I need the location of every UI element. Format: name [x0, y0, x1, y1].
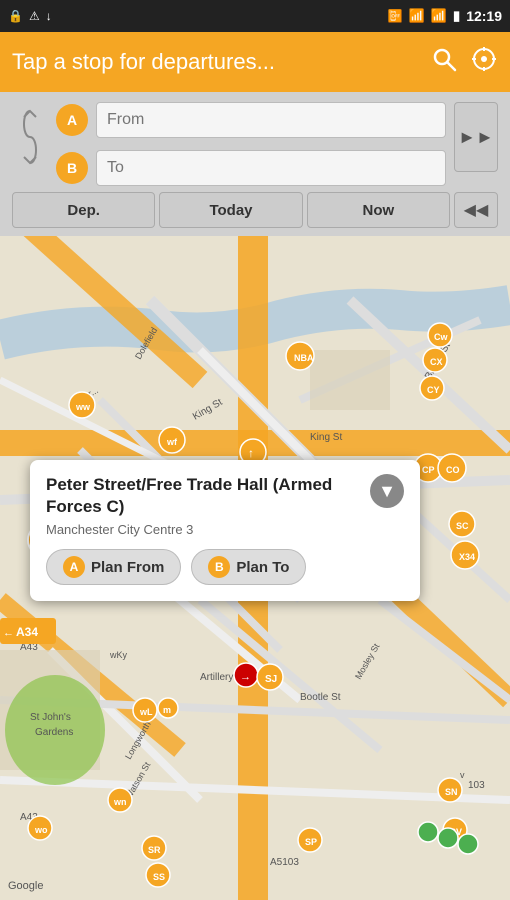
alert-icon: ⚠	[29, 9, 40, 23]
svg-text:A34: A34	[16, 625, 38, 639]
from-input[interactable]	[96, 102, 446, 138]
svg-text:SP: SP	[305, 837, 317, 847]
svg-text:X34: X34	[459, 552, 475, 562]
no-sim-icon: 📴	[388, 9, 403, 23]
svg-text:Gardens: Gardens	[35, 727, 73, 738]
plan-to-label: B	[208, 556, 230, 578]
battery-icon: ▮	[453, 8, 460, 24]
svg-text:SJ: SJ	[265, 674, 277, 685]
svg-text:Bootle St: Bootle St	[300, 692, 341, 703]
svg-text:SR: SR	[148, 845, 161, 855]
google-watermark: Google	[8, 880, 43, 892]
from-row: A	[56, 102, 446, 138]
plan-from-button[interactable]: A Plan From	[46, 549, 181, 585]
svg-text:wf: wf	[166, 437, 178, 447]
plan-to-button[interactable]: B Plan To	[191, 549, 306, 585]
svg-text:m: m	[163, 705, 171, 715]
location-icon[interactable]	[470, 45, 498, 80]
swap-button[interactable]	[12, 102, 48, 172]
svg-text:King St: King St	[310, 432, 342, 443]
svg-text:←: ←	[3, 627, 14, 639]
svg-text:SN: SN	[445, 787, 458, 797]
plan-from-label: A	[63, 556, 85, 578]
svg-text:CY: CY	[427, 385, 440, 395]
back-icon: ◀◀	[464, 200, 489, 220]
from-label-button[interactable]: A	[56, 104, 88, 136]
svg-text:Cw: Cw	[434, 332, 448, 342]
dep-button[interactable]: Dep.	[12, 192, 155, 228]
status-bar: 🔒 ⚠ ↓ 📴 📶 📶 ▮ 12:19	[0, 0, 510, 32]
download-icon: ↓	[46, 9, 52, 23]
top-bar-icons	[430, 45, 498, 80]
top-bar: Tap a stop for departures...	[0, 32, 510, 92]
svg-text:v: v	[460, 770, 465, 780]
chevron-down-icon: ▼	[378, 481, 396, 502]
to-row: B	[56, 150, 446, 186]
wifi-icon: 📶	[409, 8, 425, 24]
svg-text:wn: wn	[113, 797, 127, 807]
plan-to-text: Plan To	[236, 559, 289, 576]
signal-icon: 📶	[431, 8, 447, 24]
page-title: Tap a stop for departures...	[12, 49, 430, 75]
usb-icon: 🔒	[8, 9, 23, 23]
status-left-icons: 🔒 ⚠ ↓	[8, 9, 52, 23]
popup-subtitle: Manchester City Centre 3	[46, 522, 404, 537]
route-bottom-row: Dep. Today Now ◀◀	[12, 192, 498, 236]
google-text: Google	[8, 880, 43, 892]
svg-text:↑: ↑	[248, 446, 254, 460]
route-inputs: A B	[56, 102, 446, 192]
svg-text:SC: SC	[456, 521, 469, 531]
svg-text:wL: wL	[139, 707, 153, 717]
time-display: 12:19	[466, 8, 502, 24]
forward-button[interactable]: ►►	[454, 102, 498, 172]
popup-title: Peter Street/Free Trade Hall (Armed Forc…	[46, 474, 362, 518]
svg-text:wKy: wKy	[109, 650, 128, 660]
forward-icon: ►►	[458, 127, 494, 148]
now-button[interactable]: Now	[307, 192, 450, 228]
popup-close-button[interactable]: ▼	[370, 474, 404, 508]
svg-text:NBA: NBA	[294, 353, 314, 363]
search-icon[interactable]	[430, 45, 458, 80]
status-right-icons: 📴 📶 📶 ▮ 12:19	[388, 8, 502, 24]
to-input[interactable]	[96, 150, 446, 186]
plan-from-text: Plan From	[91, 559, 164, 576]
route-planner: A B ►► Dep. Today Now ◀◀	[0, 92, 510, 236]
popup-header: Peter Street/Free Trade Hall (Armed Forc…	[46, 474, 404, 518]
svg-text:CO: CO	[446, 465, 460, 475]
svg-text:103: 103	[468, 780, 485, 791]
to-label-button[interactable]: B	[56, 152, 88, 184]
svg-text:wo: wo	[34, 825, 48, 835]
today-button[interactable]: Today	[159, 192, 302, 228]
svg-text:CP: CP	[422, 465, 435, 475]
stop-popup: Peter Street/Free Trade Hall (Armed Forc…	[30, 460, 420, 601]
svg-text:→: →	[240, 671, 251, 683]
popup-actions: A Plan From B Plan To	[46, 549, 404, 585]
svg-text:CX: CX	[430, 357, 443, 367]
back-button[interactable]: ◀◀	[454, 192, 498, 228]
svg-text:St John's: St John's	[30, 712, 71, 723]
svg-text:ww: ww	[75, 402, 91, 412]
svg-text:A5103: A5103	[270, 857, 299, 868]
svg-text:SS: SS	[153, 872, 165, 882]
